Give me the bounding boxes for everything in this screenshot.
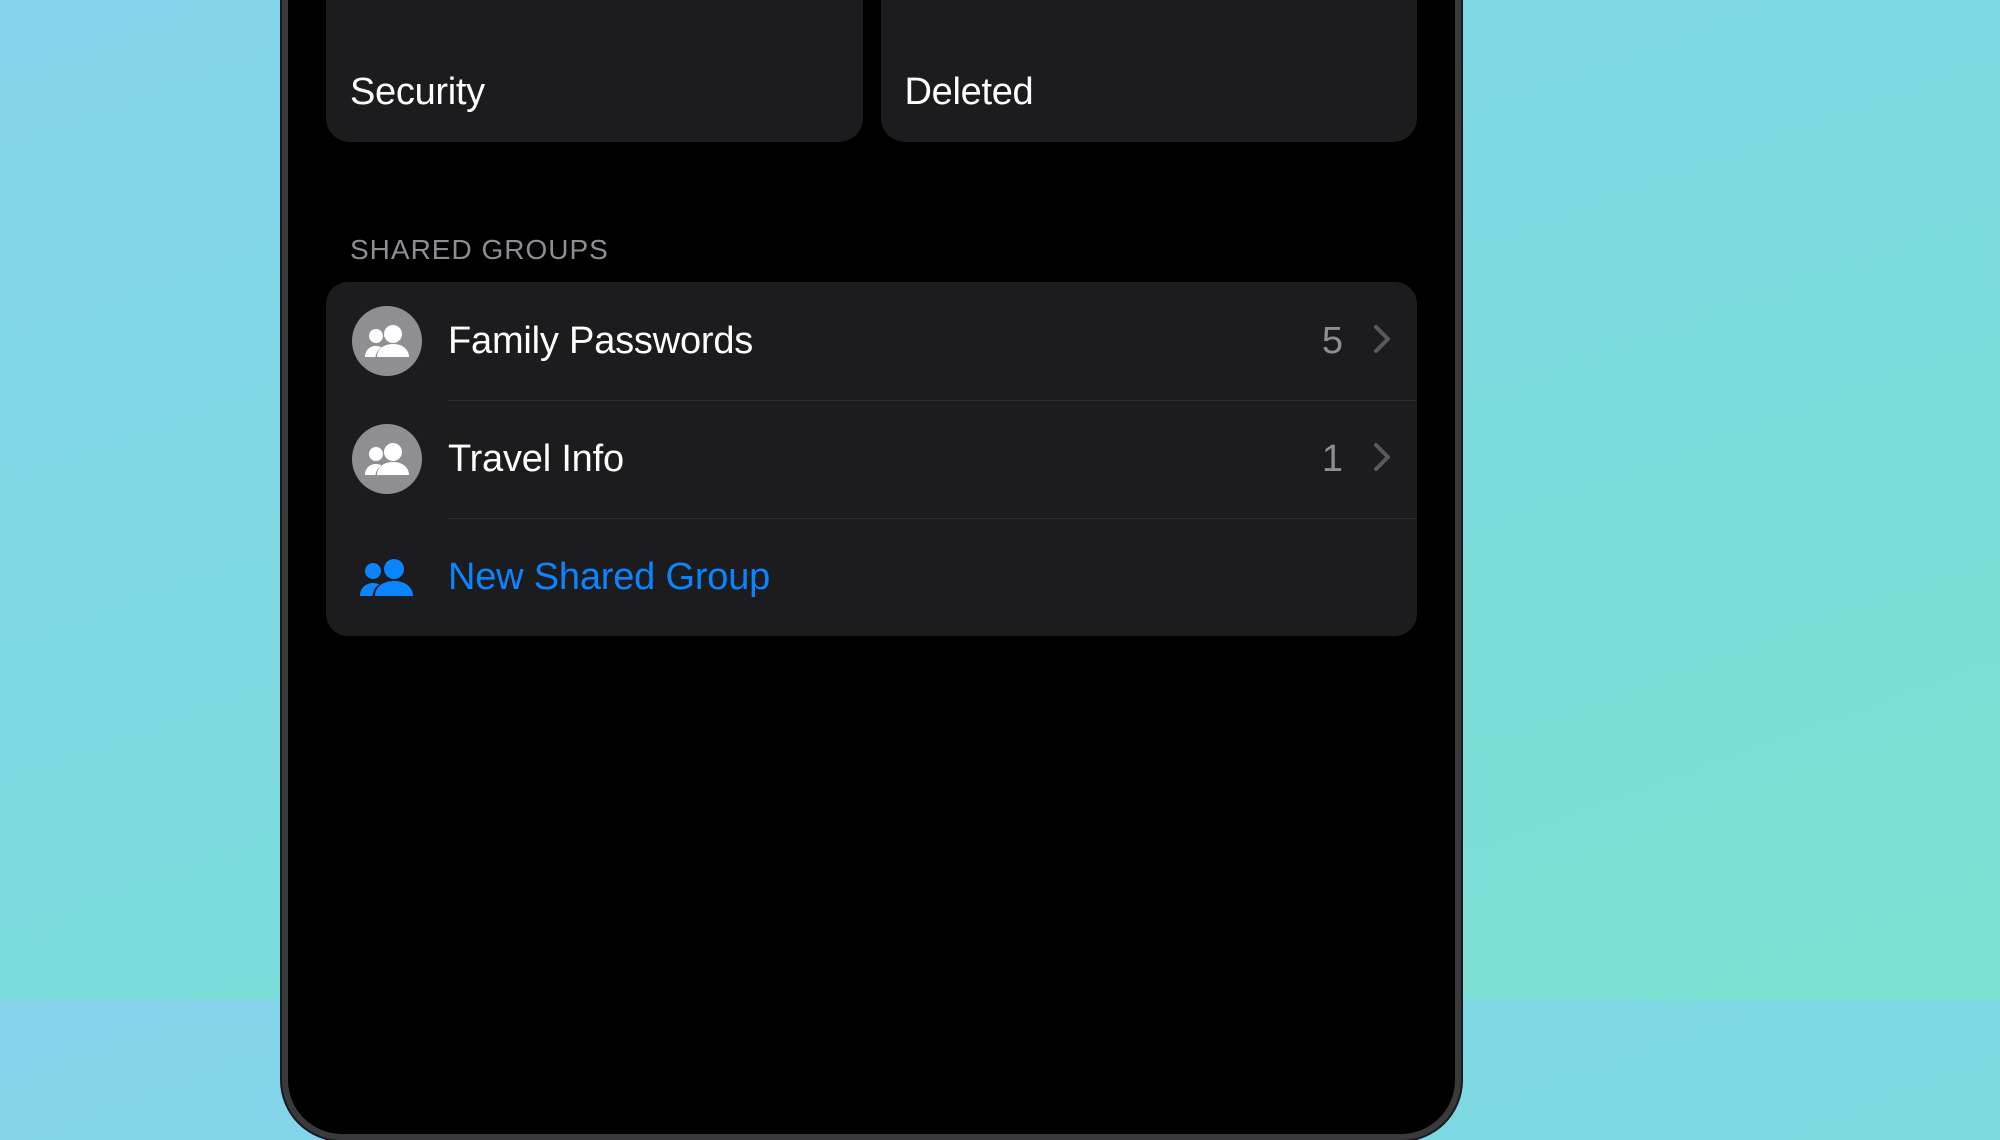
new-shared-group-button[interactable]: New Shared Group: [326, 518, 1417, 636]
shared-groups-header: Shared Groups: [306, 234, 1437, 266]
people-icon: [352, 306, 422, 376]
device-frame: Security Deleted Shared Groups Family: [282, 0, 1461, 1140]
group-label: Travel Info: [448, 438, 1296, 481]
shared-group-row[interactable]: Family Passwords 5: [326, 282, 1417, 400]
tile-label: Deleted: [905, 71, 1394, 114]
group-count: 5: [1322, 320, 1343, 363]
people-icon: [352, 424, 422, 494]
new-shared-group-label: New Shared Group: [448, 556, 1391, 599]
group-label: Family Passwords: [448, 320, 1296, 363]
security-tile[interactable]: Security: [326, 0, 863, 142]
screen: Security Deleted Shared Groups Family: [306, 0, 1437, 1108]
category-tiles-row: Security Deleted: [306, 0, 1437, 142]
shared-groups-list: Family Passwords 5 Travel Info 1: [326, 282, 1417, 636]
shared-group-row[interactable]: Travel Info 1: [326, 400, 1417, 518]
group-count: 1: [1322, 438, 1343, 481]
chevron-right-icon: [1373, 442, 1391, 477]
tile-label: Security: [350, 71, 839, 114]
people-add-icon: [352, 542, 422, 612]
chevron-right-icon: [1373, 324, 1391, 359]
deleted-tile[interactable]: Deleted: [881, 0, 1418, 142]
